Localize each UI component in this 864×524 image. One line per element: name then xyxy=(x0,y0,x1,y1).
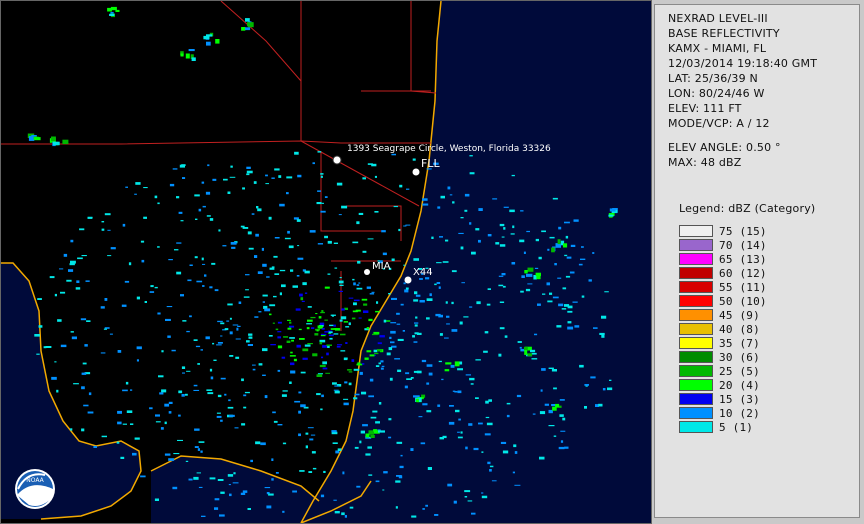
legend-row: 30 (6) xyxy=(679,350,767,364)
elevation-angle: ELEV ANGLE: 0.50 ° xyxy=(668,141,781,154)
legend-value: 55 (11) xyxy=(719,280,767,294)
elevation: ELEV: 111 FT xyxy=(668,102,742,115)
legend-value: 60 (12) xyxy=(719,266,767,280)
timestamp: 12/03/2014 19:18:40 GMT xyxy=(668,57,818,70)
legend-value: 20 (4) xyxy=(719,378,760,392)
legend-swatch xyxy=(679,225,713,237)
legend-row: 5 (1) xyxy=(679,420,767,434)
legend-swatch xyxy=(679,393,713,405)
legend-row: 45 (9) xyxy=(679,308,767,322)
legend-swatch xyxy=(679,323,713,335)
legend-row: 50 (10) xyxy=(679,294,767,308)
mode-vcp: MODE/VCP: A / 12 xyxy=(668,117,770,130)
pin-fll-label: FLL xyxy=(421,157,440,170)
legend-swatch xyxy=(679,239,713,251)
legend-row: 55 (11) xyxy=(679,280,767,294)
legend-swatch xyxy=(679,351,713,363)
legend-row: 35 (7) xyxy=(679,336,767,350)
legend-swatch xyxy=(679,309,713,321)
legend-row: 60 (12) xyxy=(679,266,767,280)
legend-value: 30 (6) xyxy=(719,350,760,364)
legend-value: 50 (10) xyxy=(719,294,767,308)
pin-weston-marker[interactable] xyxy=(332,155,342,165)
radar-map[interactable]: 1393 Seagrape Circle, Weston, Florida 33… xyxy=(0,0,652,524)
legend-swatch xyxy=(679,337,713,349)
legend-title: Legend: dBZ (Category) xyxy=(679,202,816,215)
product-name: NEXRAD LEVEL-III xyxy=(668,12,768,25)
legend-value: 5 (1) xyxy=(719,420,754,434)
map-canvas: 1393 Seagrape Circle, Weston, Florida 33… xyxy=(1,1,651,523)
latitude: LAT: 25/36/39 N xyxy=(668,72,758,85)
legend-value: 35 (7) xyxy=(719,336,760,350)
legend-value: 25 (5) xyxy=(719,364,760,378)
legend-swatch xyxy=(679,267,713,279)
product-type: BASE REFLECTIVITY xyxy=(668,27,780,40)
pin-mia-label: MIA xyxy=(372,261,391,272)
pin-weston-label: 1393 Seagrape Circle, Weston, Florida 33… xyxy=(347,144,551,154)
legend-value: 45 (9) xyxy=(719,308,760,322)
legend-row: 75 (15) xyxy=(679,224,767,238)
legend-swatch xyxy=(679,379,713,391)
legend-swatch xyxy=(679,295,713,307)
legend-row: 10 (2) xyxy=(679,406,767,420)
legend-row: 70 (14) xyxy=(679,238,767,252)
info-panel: NEXRAD LEVEL-III BASE REFLECTIVITY KAMX … xyxy=(654,4,860,518)
pin-fll-marker[interactable] xyxy=(412,168,420,176)
legend-value: 10 (2) xyxy=(719,406,760,420)
pin-x44-label: X44 xyxy=(413,267,433,278)
legend-value: 70 (14) xyxy=(719,238,767,252)
legend-row: 25 (5) xyxy=(679,364,767,378)
legend-value: 40 (8) xyxy=(719,322,760,336)
max-dbz: MAX: 48 dBZ xyxy=(668,156,742,169)
longitude: LON: 80/24/46 W xyxy=(668,87,765,100)
legend-swatch xyxy=(679,421,713,433)
legend: 75 (15) 70 (14) 65 (13) 60 (12) 55 (11) 50 (1… xyxy=(679,224,767,434)
station-name: KAMX - MIAMI, FL xyxy=(668,42,767,55)
pin-mia-marker[interactable] xyxy=(364,269,370,275)
noaa-logo: NOAA xyxy=(15,469,55,509)
legend-swatch xyxy=(679,281,713,293)
legend-swatch xyxy=(679,407,713,419)
legend-row: 20 (4) xyxy=(679,378,767,392)
pin-x44-marker[interactable] xyxy=(404,276,412,284)
legend-row: 15 (3) xyxy=(679,392,767,406)
noaa-logo-text: NOAA xyxy=(26,477,44,484)
legend-value: 65 (13) xyxy=(719,252,767,266)
legend-value: 75 (15) xyxy=(719,224,767,238)
legend-value: 15 (3) xyxy=(719,392,760,406)
legend-row: 40 (8) xyxy=(679,322,767,336)
legend-row: 65 (13) xyxy=(679,252,767,266)
legend-swatch xyxy=(679,253,713,265)
legend-swatch xyxy=(679,365,713,377)
